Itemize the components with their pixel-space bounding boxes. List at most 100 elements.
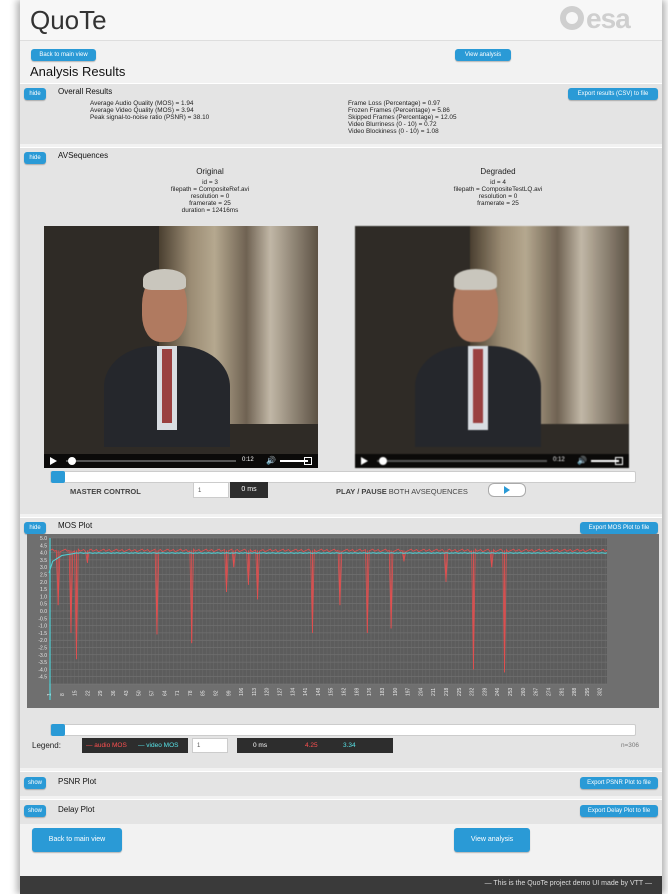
x-tick-label: 232 [470, 687, 476, 696]
play-pause-label: PLAY / PAUSE BOTH AVSEQUENCES [336, 487, 468, 496]
x-tick-label: 155 [329, 687, 335, 696]
degraded-video-player[interactable]: 0:12 🔊 [355, 226, 629, 468]
y-tick-label: -4.0 [38, 667, 47, 673]
x-tick-label: 141 [303, 687, 309, 696]
mos-plot-chart: 5.0 4.5 4.0 3.5 3.0 2.5 2.0 1.5 1.0 0.5 0.0 -0.5 -1.… [27, 534, 659, 708]
avsequences-panel: hide AVSequences Original id = 3 filepat… [20, 147, 662, 514]
y-tick-label: -3.0 [38, 653, 47, 659]
x-tick-label: 127 [278, 687, 284, 696]
volume-icon[interactable]: 🔊 [577, 456, 587, 465]
degraded-resolution: resolution = 0 [478, 193, 518, 200]
play-pause-rest: BOTH AVSEQUENCES [386, 487, 468, 496]
video-blurriness: Video Blurriness (0 - 10) = 0.72 [348, 121, 437, 128]
y-tick-label: 2.5 [40, 573, 47, 579]
x-tick-label: 106 [239, 687, 245, 696]
y-tick-label: 0.5 [40, 602, 47, 608]
mos-plot-title: MOS Plot [58, 521, 93, 530]
y-tick-label: 3.0 [40, 565, 47, 571]
x-tick-label: 267 [534, 687, 540, 696]
y-tick-label: -4.5 [38, 675, 47, 681]
export-mos-plot-button[interactable]: Export MOS Plot to file [580, 522, 658, 534]
avg-video-quality: Average Video Quality (MOS) = 3.94 [90, 107, 194, 114]
y-tick-label: 2.0 [40, 580, 47, 586]
play-icon [504, 486, 510, 494]
x-tick-label: 288 [572, 687, 578, 696]
master-frame-input[interactable]: 1 [193, 482, 229, 498]
x-tick-label: 15 [73, 690, 79, 696]
x-tick-label: 50 [137, 690, 143, 696]
x-tick-label: 218 [444, 687, 450, 696]
footer: — This is the QuoTe project demo UI made… [20, 876, 662, 894]
x-tick-label: 148 [316, 687, 322, 696]
original-seek-bar[interactable] [66, 460, 236, 462]
play-icon[interactable] [361, 457, 368, 465]
app-title: QuoTe [30, 5, 107, 35]
x-tick-label: 29 [98, 690, 104, 696]
x-tick-label: 246 [495, 687, 501, 696]
mos-time-display: 0 ms [253, 742, 268, 749]
degraded-filepath: filepath = CompositeTestLQ.avi [453, 186, 543, 193]
degraded-seek-bar[interactable] [377, 460, 547, 462]
play-pause-both-button[interactable] [488, 483, 526, 497]
frozen-frames: Frozen Frames (Percentage) = 5.86 [348, 107, 450, 114]
psnr-show-button[interactable]: show [24, 777, 46, 789]
y-tick-label: 1.5 [40, 587, 47, 593]
original-seek-knob[interactable] [68, 457, 76, 465]
original-video-controls: 0:12 🔊 [44, 454, 318, 468]
psnr-plot-title: PSNR Plot [58, 777, 97, 786]
psnr-value: Peak signal-to-noise ratio (PSNR) = 38.1… [90, 114, 210, 121]
overall-results-panel: hide Overall Results Export results (CSV… [20, 83, 662, 144]
delay-show-button[interactable]: show [24, 805, 46, 817]
y-tick-label: 1.0 [40, 594, 47, 600]
x-tick-label: 134 [290, 687, 296, 696]
x-tick-label: 204 [418, 687, 424, 696]
master-seek-slider[interactable] [50, 471, 636, 483]
play-pause-bold: PLAY / PAUSE [336, 487, 387, 496]
volume-icon[interactable]: 🔊 [266, 456, 276, 465]
export-delay-plot-button[interactable]: Export Delay Plot to file [580, 805, 658, 817]
x-tick-label: 225 [457, 687, 463, 696]
fullscreen-icon[interactable] [615, 457, 623, 465]
original-video-player[interactable]: 0:12 🔊 [44, 226, 318, 468]
footer-text: — This is the QuoTe project demo UI made… [484, 880, 652, 887]
x-tick-label: 302 [598, 687, 604, 696]
x-tick-label: 183 [380, 687, 386, 696]
original-heading: Original [196, 167, 224, 176]
mos-seek-slider[interactable] [50, 724, 636, 736]
degraded-time: 0:12 [553, 457, 565, 463]
y-tick-label: -2.0 [38, 638, 47, 644]
view-analysis-button-top[interactable]: View analysis [455, 49, 511, 61]
presenter-image [104, 269, 231, 448]
degraded-heading: Degraded [480, 167, 516, 176]
legend-audio-mos: — audio MOS [86, 742, 127, 749]
x-tick-label: 295 [585, 687, 591, 696]
view-analysis-button[interactable]: View analysis [454, 828, 530, 852]
export-psnr-plot-button[interactable]: Export PSNR Plot to file [580, 777, 658, 789]
x-tick-label: 43 [124, 690, 130, 696]
fullscreen-icon[interactable] [304, 457, 312, 465]
x-tick-label: 36 [111, 690, 117, 696]
master-seek-thumb[interactable] [51, 471, 65, 483]
app-header: QuoTe esa [20, 0, 662, 41]
x-tick-label: 8 [60, 693, 66, 696]
x-tick-label: 162 [342, 687, 348, 696]
play-icon[interactable] [50, 457, 57, 465]
avg-audio-quality: Average Audio Quality (MOS) = 1.94 [90, 100, 194, 107]
mos-frame-input[interactable]: 1 [192, 738, 228, 753]
page: QuoTe esa Back to main view View analysi… [20, 0, 662, 894]
avsequences-hide-button[interactable]: hide [24, 152, 46, 164]
overall-hide-button[interactable]: hide [24, 88, 46, 100]
original-duration: duration = 12416ms [181, 207, 239, 214]
export-results-csv-button[interactable]: Export results (CSV) to file [568, 88, 658, 100]
mos-audio-value: 4.25 [305, 742, 318, 749]
y-tick-label: -1.5 [38, 631, 47, 637]
degraded-id: id = 4 [490, 179, 506, 186]
x-tick-label: 190 [393, 687, 399, 696]
y-tick-label: -2.5 [38, 646, 47, 652]
mos-hide-button[interactable]: hide [24, 522, 46, 534]
back-to-main-view-button-top[interactable]: Back to main view [31, 49, 96, 61]
back-to-main-view-button[interactable]: Back to main view [32, 828, 122, 852]
mos-seek-thumb[interactable] [51, 724, 65, 736]
degraded-framerate: framerate = 25 [477, 200, 519, 207]
degraded-seek-knob[interactable] [379, 457, 387, 465]
